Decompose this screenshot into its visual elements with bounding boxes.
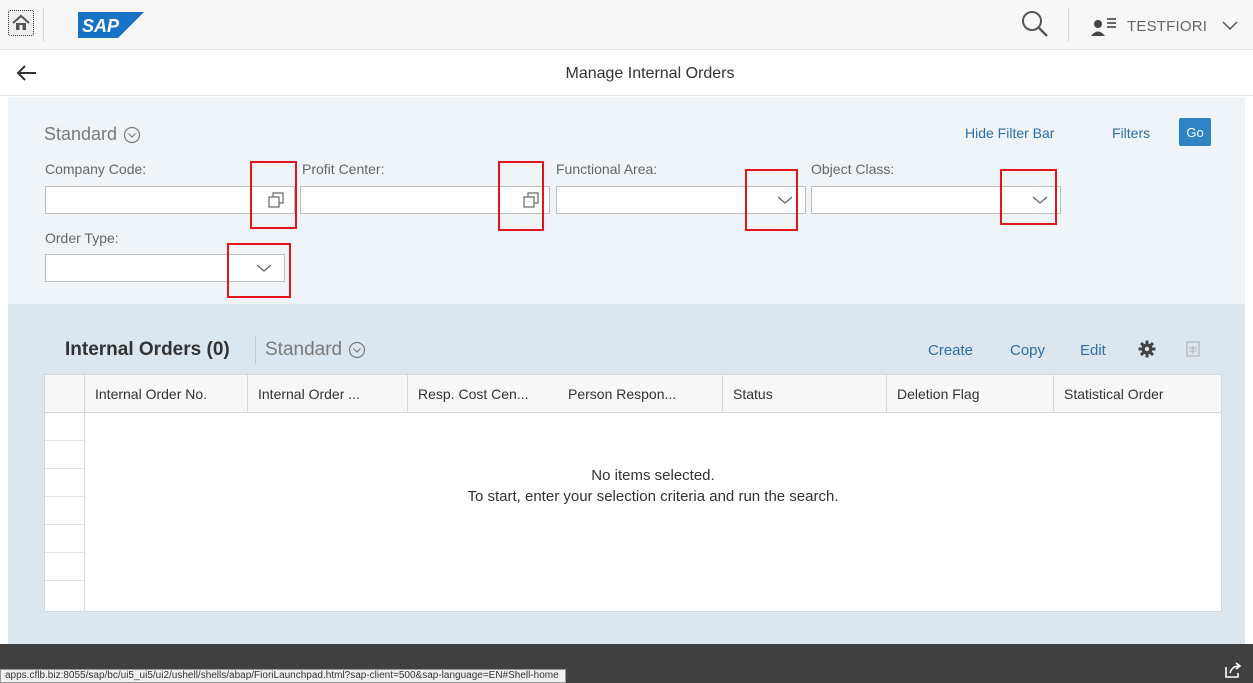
edit-button[interactable]: Edit (1080, 342, 1106, 359)
browser-status-url: apps.cflb.biz:8055/sap/bc/ui5_ui5/ui2/us… (0, 669, 566, 683)
shell-divider (43, 8, 44, 42)
order-type-label: Order Type: (45, 230, 119, 246)
row-selector[interactable] (45, 553, 84, 581)
user-name[interactable]: TESTFIORI (1127, 18, 1207, 35)
home-button[interactable] (8, 10, 34, 36)
highlight-box-functional-area (745, 169, 798, 231)
hide-filter-bar-link[interactable]: Hide Filter Bar (965, 125, 1054, 141)
highlight-box-company-code (250, 161, 297, 229)
column-header-statistical-order[interactable]: Statistical Order (1054, 375, 1221, 413)
copy-button[interactable]: Copy (1010, 342, 1045, 359)
table-section: Internal Orders (0) Standard Create Copy… (8, 304, 1245, 644)
column-header-internal-order-description[interactable]: Internal Order ... (248, 375, 408, 413)
variant-selector[interactable]: Standard (44, 124, 141, 145)
table-header-row: Internal Order No. Internal Order ... Re… (45, 375, 1221, 413)
table-variant-selector[interactable]: Standard (265, 339, 366, 361)
table-title-divider (255, 336, 256, 364)
share-icon[interactable] (1224, 662, 1242, 678)
circle-chevron-down-icon (349, 341, 366, 359)
row-selector[interactable] (45, 441, 84, 469)
object-class-label: Object Class: (811, 161, 895, 177)
go-button[interactable]: Go (1179, 118, 1211, 146)
column-header-person-responsible[interactable]: Person Respon... (558, 375, 723, 413)
column-header-resp-cost-center[interactable]: Resp. Cost Cen... (408, 375, 558, 413)
functional-area-label: Functional Area: (556, 161, 658, 177)
no-data-message: No items selected. To start, enter your … (85, 465, 1221, 507)
profit-center-label: Profit Center: (302, 161, 385, 177)
home-icon (12, 14, 30, 30)
user-icon[interactable] (1090, 16, 1118, 36)
search-icon[interactable] (1018, 7, 1052, 41)
row-selector[interactable] (45, 469, 84, 497)
row-selector[interactable] (45, 413, 84, 441)
table-title: Internal Orders (0) (65, 339, 230, 360)
shell-header: SAP TESTFIORI (0, 0, 1253, 50)
page-titlebar: Manage Internal Orders (0, 51, 1253, 96)
highlight-box-profit-center (498, 161, 544, 231)
column-header-status[interactable]: Status (723, 375, 887, 413)
column-header-deletion-flag[interactable]: Deletion Flag (887, 375, 1054, 413)
highlight-box-object-class (1000, 169, 1057, 225)
filters-link[interactable]: Filters (1112, 125, 1150, 141)
sap-logo-text: SAP (82, 16, 120, 36)
select-all-column-header[interactable] (45, 375, 85, 413)
shell-divider-right (1068, 8, 1069, 42)
internal-orders-table: Internal Order No. Internal Order ... Re… (44, 374, 1222, 612)
page-title: Manage Internal Orders (565, 65, 735, 82)
row-selector-column (45, 413, 85, 612)
company-code-label: Company Code: (45, 161, 147, 177)
row-selector[interactable] (45, 525, 84, 553)
highlight-box-order-type (227, 243, 291, 298)
row-selector[interactable] (45, 497, 84, 525)
column-header-internal-order-no[interactable]: Internal Order No. (85, 375, 248, 413)
variant-label: Standard (44, 124, 118, 144)
sap-logo[interactable]: SAP (78, 12, 144, 43)
export-to-spreadsheet-icon[interactable] (1184, 340, 1202, 358)
circle-chevron-down-icon (123, 126, 141, 143)
table-variant-label: Standard (265, 339, 343, 360)
chevron-down-icon[interactable] (1222, 20, 1238, 32)
no-data-line-1: No items selected. (591, 467, 715, 484)
filter-bar: Standard Hide Filter Bar Filters Go Comp… (8, 97, 1245, 304)
no-data-line-2: To start, enter your selection criteria … (467, 488, 839, 505)
gear-icon[interactable] (1138, 340, 1156, 358)
create-button[interactable]: Create (928, 342, 973, 359)
